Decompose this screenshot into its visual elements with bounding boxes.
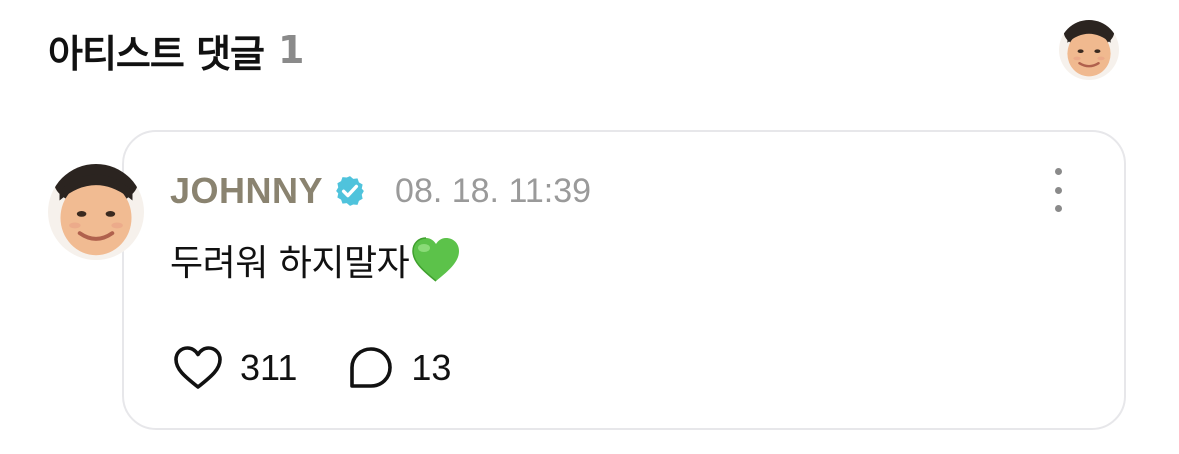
more-dot: [1054, 205, 1062, 212]
comment-text: 두려워 하지말자: [170, 243, 410, 284]
comment-body: 두려워 하지말자: [170, 232, 461, 288]
section-header: 아티스트 댓글 1: [48, 22, 304, 78]
comment-timestamp: 08. 18. 11:39: [395, 171, 592, 210]
comment-actions: 311 13: [172, 340, 451, 396]
current-user-avatar[interactable]: [1059, 20, 1119, 80]
section-title: 아티스트 댓글: [48, 31, 265, 76]
author-avatar[interactable]: [48, 164, 144, 260]
reply-count: 13: [411, 347, 452, 388]
speech-bubble-icon: [350, 347, 393, 388]
avatar-image: [48, 164, 144, 260]
heart-outline-icon: [174, 346, 222, 389]
verified-badge-icon: [336, 176, 364, 206]
green-heart-icon: [412, 237, 460, 282]
more-vertical-icon: [1054, 168, 1062, 175]
like-count: 311: [240, 347, 298, 388]
like-button[interactable]: 311: [172, 345, 297, 391]
author-name[interactable]: JOHNNY: [170, 170, 323, 212]
comment-count: 1: [278, 28, 305, 72]
reply-button[interactable]: 13: [347, 344, 451, 392]
avatar-image: [1059, 20, 1119, 80]
comment-meta: JOHNNY 08. 18. 11:39: [170, 166, 591, 216]
more-options-button[interactable]: [1040, 168, 1076, 212]
more-dot: [1054, 186, 1062, 194]
